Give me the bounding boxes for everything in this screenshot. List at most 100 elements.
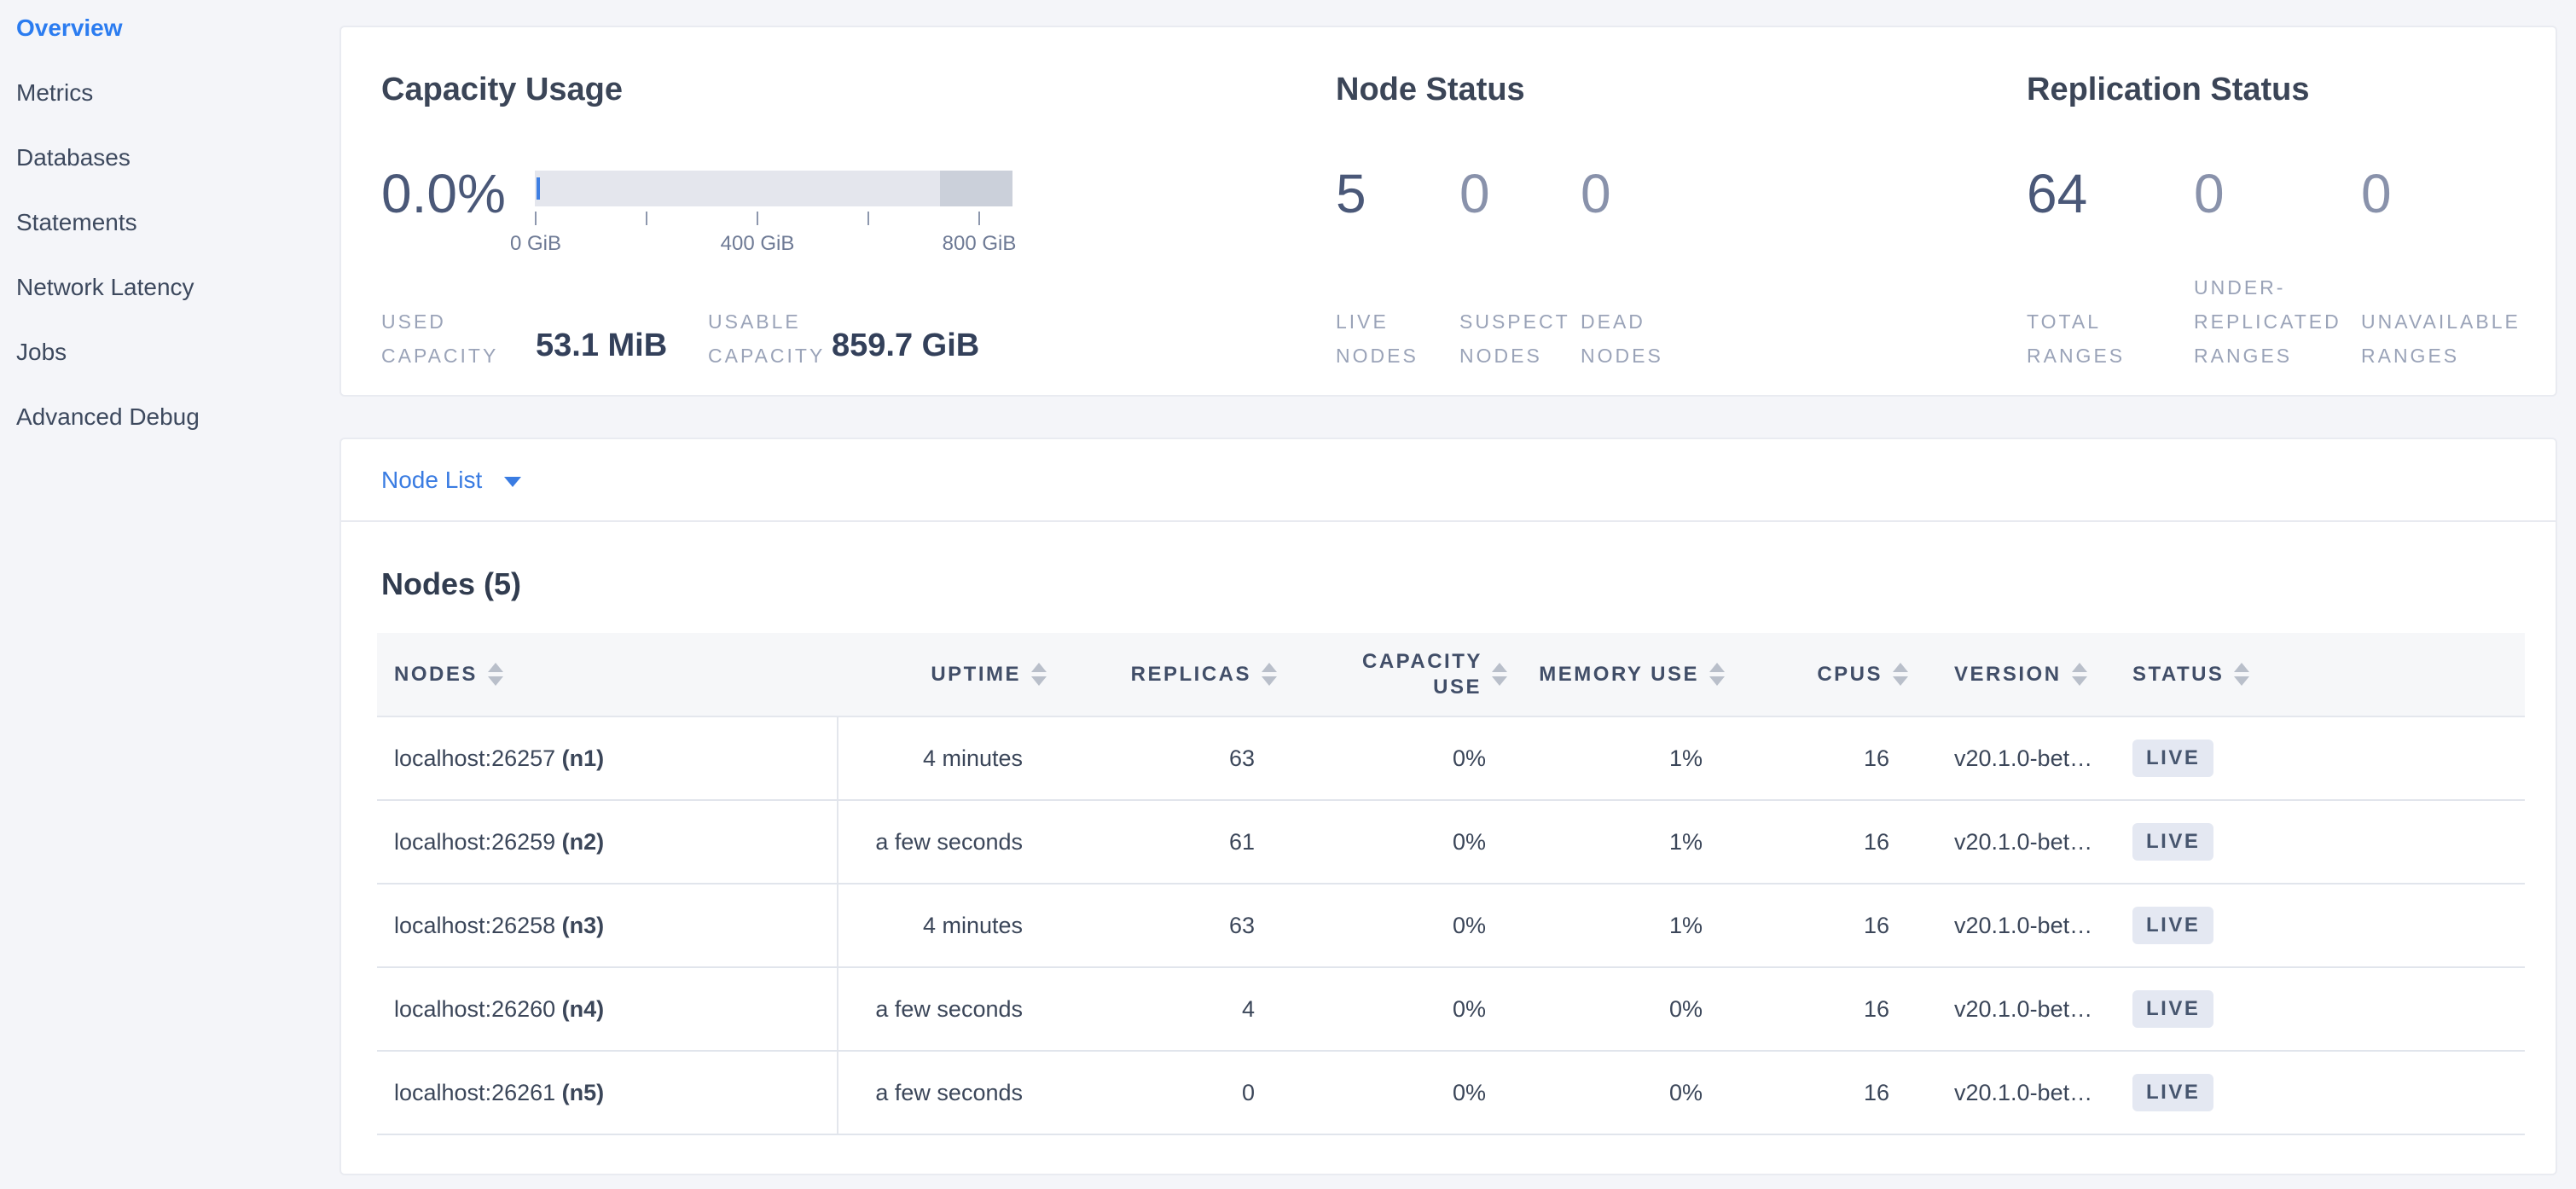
capacity-use-cell: 0%: [1285, 1051, 1516, 1134]
node-status-title: Node Status: [1336, 72, 1525, 108]
table-row[interactable]: localhost:26258 (n3) 4 minutes 63 0% 1% …: [377, 884, 2525, 967]
table-row[interactable]: localhost:26260 (n4) a few seconds 4 0% …: [377, 967, 2525, 1051]
column-header-memory-use[interactable]: MEMORY USE: [1516, 633, 1733, 716]
sidebar-item-network-latency[interactable]: Network Latency: [16, 275, 339, 300]
replicas-cell: 63: [1055, 884, 1285, 967]
node-id: (n5): [562, 1080, 605, 1105]
memory-use-cell: 0%: [1516, 1051, 1733, 1134]
node-list-dropdown-label: Node List: [381, 467, 482, 494]
uptime-cell: a few seconds: [838, 1051, 1055, 1134]
status-badge: LIVE: [2132, 907, 2213, 944]
cpus-cell: 16: [1733, 967, 1917, 1051]
sort-icon: [2234, 663, 2249, 686]
sidebar: Overview Metrics Databases Statements Ne…: [0, 0, 339, 1189]
sidebar-item-databases[interactable]: Databases: [16, 145, 339, 171]
sort-icon: [2072, 663, 2087, 686]
node-address-cell: localhost:26257 (n1): [377, 716, 838, 800]
sidebar-item-advanced-debug[interactable]: Advanced Debug: [16, 404, 339, 430]
version-cell: v20.1.0-bet…: [1917, 716, 2109, 800]
sort-icon: [1709, 663, 1725, 686]
dead-nodes-label: DEAD NODES: [1581, 304, 1674, 373]
column-header-label: CPUS: [1817, 663, 1883, 687]
sidebar-item-metrics[interactable]: Metrics: [16, 80, 339, 106]
node-address-cell: localhost:26259 (n2): [377, 800, 838, 884]
column-header-version[interactable]: VERSION: [1917, 633, 2109, 716]
main-content: Capacity Usage 0.0% 0 GiB 400 GiB 800 Gi…: [339, 0, 2576, 1189]
suspect-nodes-value: 0: [1459, 164, 1490, 223]
node-id: (n4): [562, 996, 605, 1022]
column-header-label: CAPACITY USE: [1362, 649, 1482, 700]
used-capacity-value: 53.1 MiB: [536, 328, 667, 364]
capacity-use-cell: 0%: [1285, 800, 1516, 884]
column-header-label: UPTIME: [931, 663, 1021, 687]
node-address-cell: localhost:26258 (n3): [377, 884, 838, 967]
total-ranges-label: TOTAL RANGES: [2027, 304, 2133, 373]
sidebar-item-statements[interactable]: Statements: [16, 210, 339, 235]
live-nodes-label: LIVE NODES: [1336, 304, 1430, 373]
status-badge: LIVE: [2132, 823, 2213, 861]
sort-icon: [1031, 663, 1047, 686]
node-address: localhost:26261: [394, 1080, 555, 1105]
capacity-bar-reserved-segment: [940, 171, 1012, 206]
column-header-nodes[interactable]: NODES: [377, 633, 838, 716]
column-header-replicas[interactable]: REPLICAS: [1055, 633, 1285, 716]
column-header-cpus[interactable]: CPUS: [1733, 633, 1917, 716]
status-cell: LIVE: [2109, 884, 2525, 967]
capacity-use-cell: 0%: [1285, 716, 1516, 800]
sort-icon: [1262, 663, 1277, 686]
memory-use-cell: 1%: [1516, 884, 1733, 967]
sort-icon: [488, 663, 503, 686]
column-header-label: VERSION: [1954, 663, 2062, 687]
cpus-cell: 16: [1733, 800, 1917, 884]
capacity-bar-used-tick: [537, 177, 540, 200]
node-list-card: Node List Nodes (5) NODES UPTIM: [339, 438, 2557, 1175]
node-id: (n2): [562, 829, 605, 855]
column-header-label: NODES: [394, 663, 478, 687]
node-address: localhost:26257: [394, 745, 555, 771]
replicas-cell: 63: [1055, 716, 1285, 800]
uptime-cell: 4 minutes: [838, 884, 1055, 967]
page: Overview Metrics Databases Statements Ne…: [0, 0, 2576, 1189]
column-header-capacity-use[interactable]: CAPACITY USE: [1285, 633, 1516, 716]
capacity-axis-tick: [646, 212, 647, 225]
replication-status-title: Replication Status: [2027, 72, 2310, 108]
dead-nodes-value: 0: [1581, 164, 1611, 223]
status-badge: LIVE: [2132, 1074, 2213, 1111]
sort-icon: [1492, 663, 1507, 686]
status-badge: LIVE: [2132, 990, 2213, 1028]
version-cell: v20.1.0-bet…: [1917, 884, 2109, 967]
table-row[interactable]: localhost:26259 (n2) a few seconds 61 0%…: [377, 800, 2525, 884]
capacity-axis-tick: [867, 212, 869, 225]
version-cell: v20.1.0-bet…: [1917, 1051, 2109, 1134]
status-cell: LIVE: [2109, 716, 2525, 800]
capacity-used-percent: 0.0%: [381, 164, 506, 223]
memory-use-cell: 1%: [1516, 716, 1733, 800]
table-row[interactable]: localhost:26257 (n1) 4 minutes 63 0% 1% …: [377, 716, 2525, 800]
unavailable-ranges-label: UNAVAILABLE RANGES: [2361, 304, 2549, 373]
total-ranges-value: 64: [2027, 164, 2087, 223]
capacity-axis-label-400: 400 GiB: [721, 232, 795, 256]
usable-capacity-value: 859.7 GiB: [832, 328, 979, 364]
cpus-cell: 16: [1733, 1051, 1917, 1134]
sidebar-item-overview[interactable]: Overview: [16, 15, 339, 41]
replicas-cell: 4: [1055, 967, 1285, 1051]
sidebar-item-jobs[interactable]: Jobs: [16, 339, 339, 365]
sort-icon: [1893, 663, 1908, 686]
capacity-axis-tick: [978, 212, 980, 225]
table-row[interactable]: localhost:26261 (n5) a few seconds 0 0% …: [377, 1051, 2525, 1134]
column-header-label: MEMORY USE: [1539, 663, 1699, 687]
column-header-status[interactable]: STATUS: [2109, 633, 2525, 716]
status-cell: LIVE: [2109, 1051, 2525, 1134]
capacity-bar: [535, 171, 1012, 206]
used-capacity-label: USED CAPACITY: [381, 304, 501, 373]
node-id: (n1): [562, 745, 605, 771]
capacity-axis-tick: [535, 212, 537, 225]
cpus-cell: 16: [1733, 884, 1917, 967]
under-replicated-ranges-label: UNDER-REPLICATED RANGES: [2194, 270, 2356, 373]
live-nodes-value: 5: [1336, 164, 1366, 223]
node-address-cell: localhost:26261 (n5): [377, 1051, 838, 1134]
nodes-heading: Nodes (5): [381, 566, 2556, 602]
column-header-uptime[interactable]: UPTIME: [838, 633, 1055, 716]
capacity-use-cell: 0%: [1285, 967, 1516, 1051]
node-list-dropdown[interactable]: Node List: [381, 467, 521, 494]
